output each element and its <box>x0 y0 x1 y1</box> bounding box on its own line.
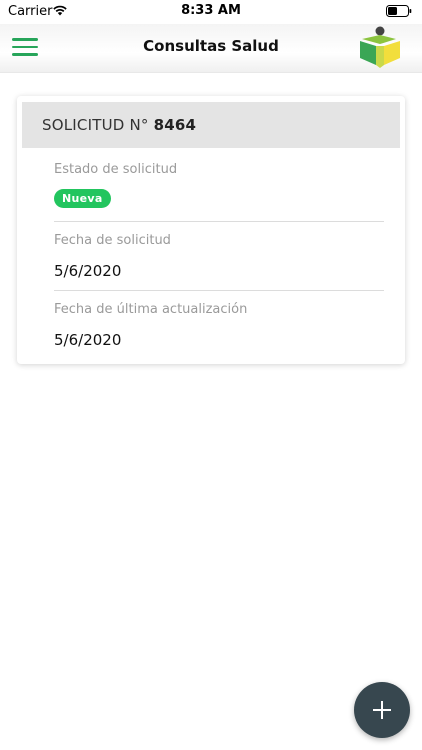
battery-icon <box>386 5 412 17</box>
field-label: Estado de solicitud <box>54 162 178 177</box>
plus-icon <box>373 701 391 719</box>
status-badge: Nueva <box>54 189 111 208</box>
request-number: 8464 <box>153 116 197 134</box>
field-value: 5/6/2020 <box>54 262 122 280</box>
app-header: Consultas Salud <box>0 24 422 73</box>
request-title-prefix: SOLICITUD N° <box>42 116 149 134</box>
request-title: SOLICITUD N° 8464 <box>42 116 196 134</box>
app-screen: Carrier 8:33 AM Consultas Salud SOLICITU… <box>0 0 422 750</box>
field-label: Fecha de última actualización <box>54 302 248 317</box>
divider <box>54 290 384 291</box>
field-label: Fecha de solicitud <box>54 233 171 248</box>
field-fecha-solicitud: Fecha de solicitud 5/6/2020 <box>54 233 384 280</box>
add-request-button[interactable] <box>354 682 410 738</box>
divider <box>54 221 384 222</box>
field-fecha-actualizacion: Fecha de última actualización 5/6/2020 <box>54 302 384 349</box>
request-card[interactable]: SOLICITUD N° 8464 Estado de solicitud Nu… <box>17 96 405 364</box>
card-header: SOLICITUD N° 8464 <box>22 102 400 148</box>
field-value: 5/6/2020 <box>54 331 122 349</box>
status-time: 8:33 AM <box>181 3 241 18</box>
field-estado: Estado de solicitud Nueva <box>54 162 384 208</box>
status-bar: Carrier 8:33 AM <box>0 0 422 24</box>
brand-logo-icon <box>360 26 400 68</box>
